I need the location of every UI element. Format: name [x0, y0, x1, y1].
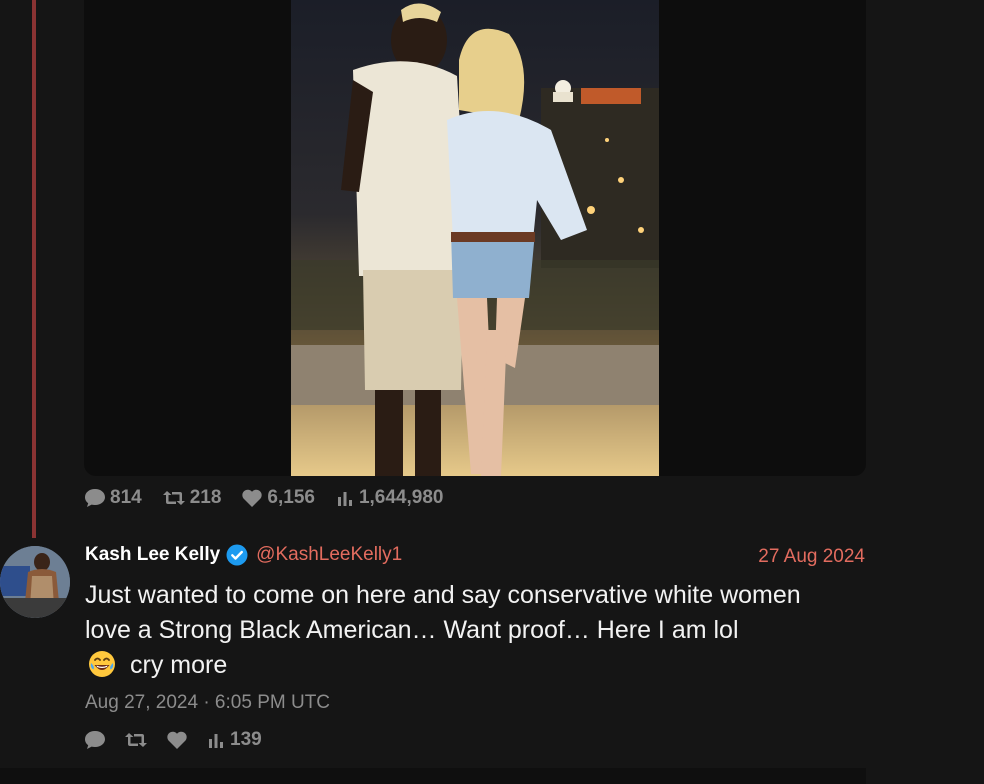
tweet-text-line: cry more	[85, 648, 885, 683]
reply-button[interactable]	[84, 730, 106, 750]
photo-image	[291, 0, 659, 476]
tweet-timestamp[interactable]: Aug 27, 2024 · 6:05 PM UTC	[85, 692, 330, 714]
parent-tweet-stats: 814 218 6,156 1,644,980	[84, 487, 443, 509]
like-button[interactable]	[166, 730, 188, 750]
media-card	[84, 0, 866, 476]
retweet-count: 218	[189, 487, 222, 508]
views-stat: 139	[206, 729, 262, 751]
retweet-button[interactable]	[124, 731, 148, 749]
tweet-text-line-end: cry more	[130, 651, 228, 679]
views-count: 1,644,980	[358, 487, 444, 508]
tweet-photo[interactable]	[291, 0, 659, 476]
retweet-stat[interactable]: 218	[162, 487, 222, 509]
tweet-header: Kash Lee Kelly @KashLeeKelly1	[85, 544, 402, 566]
tweet-divider	[0, 768, 866, 784]
tweet-text-line: Just wanted to come on here and say cons…	[85, 581, 801, 609]
tweet-date[interactable]: 27 Aug 2024	[758, 546, 865, 568]
thread-line	[32, 0, 36, 538]
reply-stat[interactable]: 814	[84, 487, 142, 509]
laughing-emoji-icon	[89, 651, 115, 677]
tweet-text-line: love a Strong Black American… Want proof…	[85, 616, 739, 644]
views-stat: 1,644,980	[335, 487, 444, 509]
display-name[interactable]: Kash Lee Kelly	[85, 544, 220, 566]
heart-icon	[242, 489, 263, 507]
like-stat[interactable]: 6,156	[241, 487, 315, 509]
retweet-icon	[162, 491, 185, 505]
bar-chart-icon	[337, 492, 352, 506]
like-count: 6,156	[267, 487, 315, 508]
avatar[interactable]	[0, 546, 70, 618]
bar-chart-icon	[209, 734, 223, 748]
verified-badge-icon	[226, 544, 248, 566]
tweet-actions: 139	[84, 729, 262, 751]
tweet-text: Just wanted to come on here and say cons…	[85, 578, 885, 683]
comment-icon	[85, 489, 105, 507]
reply-count: 814	[110, 487, 142, 508]
views-count: 139	[230, 729, 262, 750]
user-handle[interactable]: @KashLeeKelly1	[256, 544, 402, 566]
